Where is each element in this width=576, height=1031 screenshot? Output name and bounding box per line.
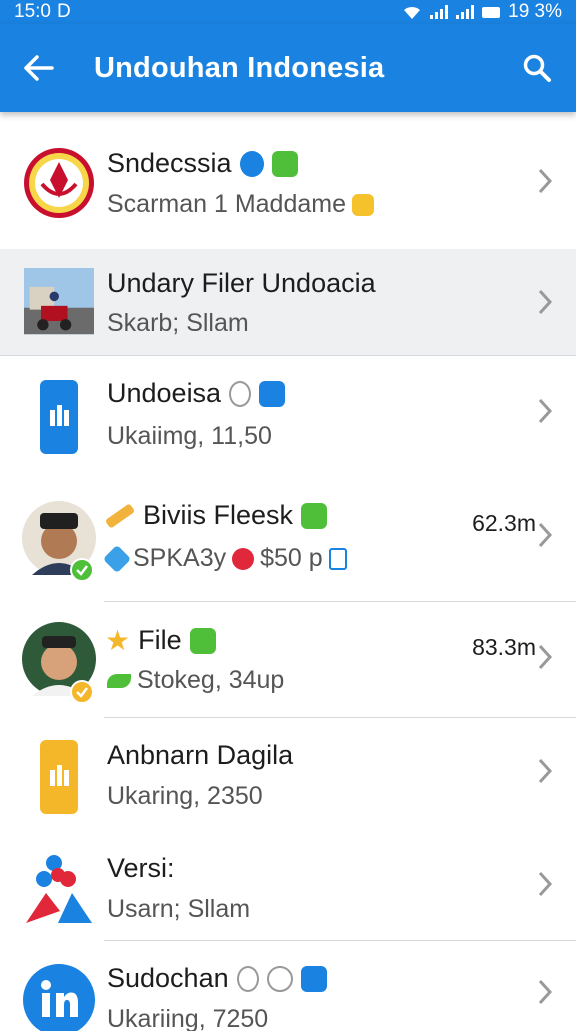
- item-sub: Skarb; Sllam: [107, 309, 249, 337]
- item-title: Biviis Fleesk: [104, 500, 328, 531]
- status-time: 15:0: [14, 1, 51, 22]
- compose-icon: [266, 965, 293, 992]
- item-title: Sndecssia: [107, 148, 298, 179]
- list-item[interactable]: Sndecssia Scarman 1 Maddame: [0, 118, 576, 249]
- item-name: Anbnarn Dagila: [107, 740, 294, 770]
- bag-icon: [328, 547, 347, 570]
- item-title: Undary Filer Undoacia: [107, 268, 376, 299]
- list-item[interactable]: Versi: Usarn; Sllam: [0, 833, 576, 941]
- item-subtitle: Usarn; Sllam: [107, 895, 250, 924]
- item-name: Versi:: [107, 853, 175, 883]
- camera-icon: [300, 965, 327, 992]
- status-indicator: D: [56, 1, 71, 22]
- item-sub: Ukaiimg, 11,50: [107, 422, 272, 450]
- list-item[interactable]: Biviis Fleesk 62.3m SPKA3y $50 p: [0, 478, 576, 602]
- emblem-avatar: [24, 148, 94, 218]
- item-subtitle: Ukaiimg, 11,50: [107, 422, 272, 451]
- item-name: Undary Filer Undoacia: [107, 268, 376, 298]
- item-sub: Usarn; Sllam: [107, 895, 251, 923]
- item-sub: Ukaring, 2350: [107, 782, 263, 810]
- battery-level: 19 3%: [508, 1, 562, 22]
- list-item[interactable]: ★ File 83.3m Stokeg, 34up: [0, 602, 576, 718]
- back-button[interactable]: [0, 24, 78, 112]
- item-meta: 62.3m: [472, 510, 536, 536]
- photo-thumbnail: [24, 268, 94, 335]
- item-name: Undoeisa: [107, 378, 222, 408]
- status-bar: 15:0 D 19 3%: [0, 0, 576, 24]
- building-logo-avatar: [40, 740, 78, 814]
- item-name: Biviis Fleesk: [143, 500, 294, 530]
- verified-icon: [271, 150, 298, 177]
- signal-icon: [430, 5, 449, 19]
- chevron-right-icon: [538, 522, 553, 548]
- item-sub: Ukariing, 7250: [107, 1005, 269, 1031]
- item-subtitle: Stokeg, 34up: [107, 666, 284, 695]
- verified-icon: [301, 502, 328, 529]
- building-logo-avatar: [40, 380, 78, 454]
- pencil-icon: [104, 502, 136, 529]
- signal-icon-2: [456, 5, 475, 19]
- arrow-left-icon: [24, 55, 54, 81]
- rocket-icon: [102, 544, 132, 573]
- item-sub: Stokeg, 34up: [137, 666, 285, 694]
- item-title: ★ File: [105, 624, 216, 657]
- item-sub: Scarman 1 Maddame: [107, 190, 347, 218]
- chevron-right-icon: [538, 398, 553, 424]
- item-title: Undoeisa: [107, 378, 286, 409]
- item-meta: 83.3m: [472, 634, 536, 660]
- chevron-right-icon: [538, 289, 553, 315]
- item-sub: SPKA3y: [133, 544, 227, 572]
- shield-icon: [239, 150, 264, 177]
- chevron-right-icon: [538, 871, 553, 897]
- item-subtitle: SPKA3y $50 p: [102, 544, 347, 573]
- item-title: Sudochan: [107, 963, 327, 994]
- item-name: Sudochan: [107, 963, 229, 993]
- verified-icon: [189, 627, 216, 654]
- camera-icon: [259, 380, 286, 407]
- error-icon: [232, 547, 255, 570]
- chat-list: Sndecssia Scarman 1 Maddame Undary Filer…: [0, 118, 576, 1031]
- item-name: Sndecssia: [107, 148, 232, 178]
- people-logo-avatar: [26, 855, 92, 923]
- verified-check-icon: [70, 558, 94, 582]
- linkedin-logo-avatar: [23, 964, 95, 1031]
- search-icon: [523, 54, 551, 82]
- item-subtitle: Skarb; Sllam: [107, 309, 249, 338]
- wifi-icon: [404, 6, 421, 20]
- shield-outline-icon: [236, 965, 259, 992]
- app-bar: Undouhan Indonesia: [0, 24, 576, 112]
- item-subtitle: Ukaring, 2350: [107, 782, 263, 811]
- search-button[interactable]: [498, 24, 576, 112]
- item-title: Anbnarn Dagila: [107, 740, 293, 771]
- list-item[interactable]: Sudochan Ukariing, 7250: [0, 941, 576, 1031]
- item-title: Versi:: [107, 853, 175, 884]
- leaf-icon: [107, 673, 131, 688]
- list-item[interactable]: Undary Filer Undoacia Skarb; Sllam: [0, 249, 576, 356]
- chevron-right-icon: [538, 168, 553, 194]
- item-subtitle: Scarman 1 Maddame: [107, 190, 375, 219]
- list-item[interactable]: Anbnarn Dagila Ukaring, 2350: [0, 718, 576, 833]
- shield-outline-icon: [229, 380, 252, 407]
- item-price: $50 p: [260, 544, 323, 572]
- item-name: File: [138, 625, 182, 655]
- battery-icon: [482, 6, 501, 18]
- item-subtitle: Ukariing, 7250: [107, 1005, 268, 1031]
- list-item[interactable]: Undoeisa Ukaiimg, 11,50: [0, 356, 576, 478]
- chevron-right-icon: [538, 644, 553, 670]
- star-icon: ★: [105, 625, 131, 656]
- verified-check-icon: [70, 680, 94, 704]
- page-title: Undouhan Indonesia: [94, 51, 385, 84]
- chevron-right-icon: [538, 758, 553, 784]
- bag-icon: [352, 193, 375, 216]
- chevron-right-icon: [538, 979, 553, 1005]
